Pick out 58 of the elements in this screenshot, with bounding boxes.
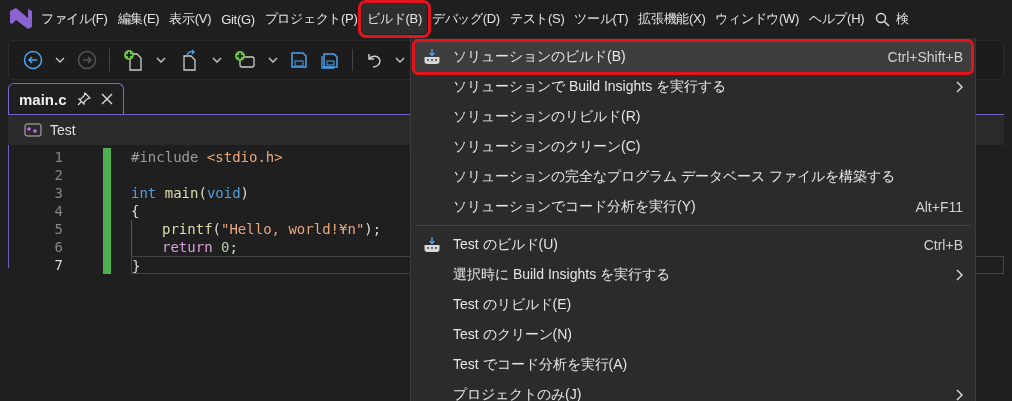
menu-item[interactable]: ソリューションの完全なプログラム データベース ファイルを構築する bbox=[415, 162, 971, 192]
pin-icon[interactable] bbox=[76, 92, 91, 106]
line-number: 6 bbox=[53, 238, 63, 256]
save-icon[interactable] bbox=[290, 51, 308, 69]
menu-item[interactable]: ソリューションでコード分析を実行(Y) Alt+F11 bbox=[415, 192, 971, 222]
menu-item[interactable]: Test のクリーン(N) bbox=[415, 320, 971, 350]
menu-item[interactable]: 拡張機能(X) bbox=[633, 4, 711, 34]
code-line: return 0; bbox=[162, 239, 238, 255]
menu-item[interactable]: ウィンドウ(W) bbox=[710, 4, 804, 34]
line-number: 4 bbox=[53, 202, 63, 220]
code-line: { bbox=[131, 203, 140, 219]
undo-icon[interactable] bbox=[365, 51, 383, 69]
line-number: 3 bbox=[53, 184, 63, 202]
line-number: 1 bbox=[53, 148, 63, 166]
menu-item[interactable]: テスト(S) bbox=[504, 4, 570, 34]
chevron-down-icon[interactable] bbox=[156, 57, 166, 63]
chevron-down-icon[interactable] bbox=[395, 57, 405, 63]
back-icon[interactable] bbox=[23, 50, 43, 70]
menu-item[interactable]: Test でコード分析を実行(A) bbox=[415, 350, 971, 380]
app-logo-icon[interactable] bbox=[8, 6, 32, 29]
line-number: 2 bbox=[53, 166, 63, 184]
menu-item[interactable]: デバッグ(D) bbox=[426, 4, 505, 34]
search-icon[interactable] bbox=[875, 11, 891, 27]
menu-item[interactable]: ソリューションのビルド(B) Ctrl+Shift+B bbox=[415, 42, 971, 72]
menu-item[interactable]: ソリューションで Build Insights を実行する bbox=[415, 72, 971, 102]
menu-item[interactable]: 編集(E) bbox=[112, 4, 165, 34]
code-line: #include <stdio.h> bbox=[131, 149, 283, 165]
menu-item[interactable]: ファイル(F) bbox=[36, 4, 113, 34]
code-line: int main(void) bbox=[131, 185, 250, 201]
menu-item[interactable]: ツール(T) bbox=[569, 4, 634, 34]
search-text[interactable]: 検 bbox=[896, 10, 909, 28]
shortcut-text: Ctrl+B bbox=[923, 237, 963, 253]
chevron-down-icon[interactable] bbox=[268, 57, 278, 63]
add-item-icon[interactable] bbox=[234, 49, 256, 71]
shortcut-text: Alt+F11 bbox=[915, 199, 963, 215]
file-tab[interactable]: main.c bbox=[8, 83, 124, 114]
code-line: printf("Hello, world!¥n"); bbox=[162, 221, 382, 237]
menu-item[interactable]: 選択時に Build Insights を実行する bbox=[415, 260, 971, 290]
save-all-icon[interactable] bbox=[320, 50, 340, 70]
menu-item[interactable]: ソリューションのリビルド(R) bbox=[415, 102, 971, 132]
code-line: } bbox=[132, 258, 141, 274]
close-icon[interactable] bbox=[100, 93, 113, 105]
menu-item[interactable]: プロジェクトのみ(J) bbox=[415, 380, 971, 401]
project-icon bbox=[24, 123, 42, 137]
menu-item[interactable]: ヘルプ(H) bbox=[804, 4, 870, 34]
menu-item[interactable]: プロジェクト(P) bbox=[259, 4, 363, 34]
menu-item[interactable]: Test のリビルド(E) bbox=[415, 290, 971, 320]
chevron-down-icon[interactable] bbox=[212, 57, 222, 63]
menu-item[interactable]: ソリューションのクリーン(C) bbox=[415, 132, 971, 162]
shortcut-text: Ctrl+Shift+B bbox=[887, 49, 963, 65]
new-file-icon[interactable] bbox=[122, 49, 144, 71]
menu-item[interactable]: Test のビルド(U) Ctrl+B bbox=[415, 230, 971, 260]
line-number: 5 bbox=[53, 220, 63, 238]
menu-item[interactable]: Git(G) bbox=[216, 5, 260, 33]
chevron-down-icon[interactable] bbox=[55, 57, 65, 63]
project-name[interactable]: Test bbox=[50, 122, 76, 138]
menu-item[interactable]: 表示(V) bbox=[164, 4, 217, 34]
line-number: 7 bbox=[53, 256, 63, 274]
